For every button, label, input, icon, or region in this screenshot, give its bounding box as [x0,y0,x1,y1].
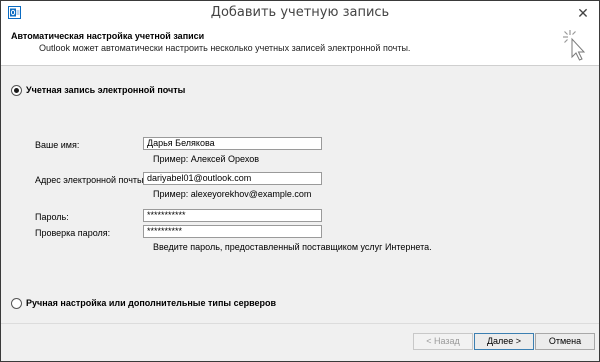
confirm-password-label: Проверка пароля: [35,228,111,238]
magic-wand-cursor-icon [563,30,586,61]
name-field[interactable]: Дарья Белякова [143,137,322,150]
manual-setup-radio[interactable] [11,298,22,309]
manual-setup-option-label[interactable]: Ручная настройка или дополнительные типы… [26,298,276,308]
email-hint: Пример: alexeyorekhov@example.com [153,189,312,199]
password-hint: Введите пароль, предоставленный поставщи… [153,242,432,252]
header-title: Автоматическая настройка учетной записи [11,31,205,41]
header-panel: Автоматическая настройка учетной записи … [1,25,599,66]
email-label: Адрес электронной почты: [35,175,147,185]
email-account-option-label[interactable]: Учетная запись электронной почты [26,85,185,95]
close-button[interactable]: ✕ [573,4,593,22]
window-title: Добавить учетную запись [210,5,390,20]
next-button[interactable]: Далее > [474,333,534,350]
email-field[interactable]: dariyabel01@outlook.com [143,172,322,185]
back-button[interactable]: < Назад [413,333,473,350]
header-subtitle: Outlook может автоматически настроить не… [39,43,411,53]
title-bar: Добавить учетную запись ✕ [1,1,599,25]
email-account-radio[interactable] [11,85,22,96]
password-label: Пароль: [35,212,69,222]
password-field[interactable]: *********** [143,209,322,222]
add-account-dialog: Добавить учетную запись ✕ Автоматическая… [0,0,600,362]
footer-divider [1,323,599,324]
cancel-button[interactable]: Отмена [535,333,595,350]
confirm-password-field[interactable]: ********** [143,225,322,238]
name-label: Ваше имя: [35,140,80,150]
name-hint: Пример: Алексей Орехов [153,154,260,164]
